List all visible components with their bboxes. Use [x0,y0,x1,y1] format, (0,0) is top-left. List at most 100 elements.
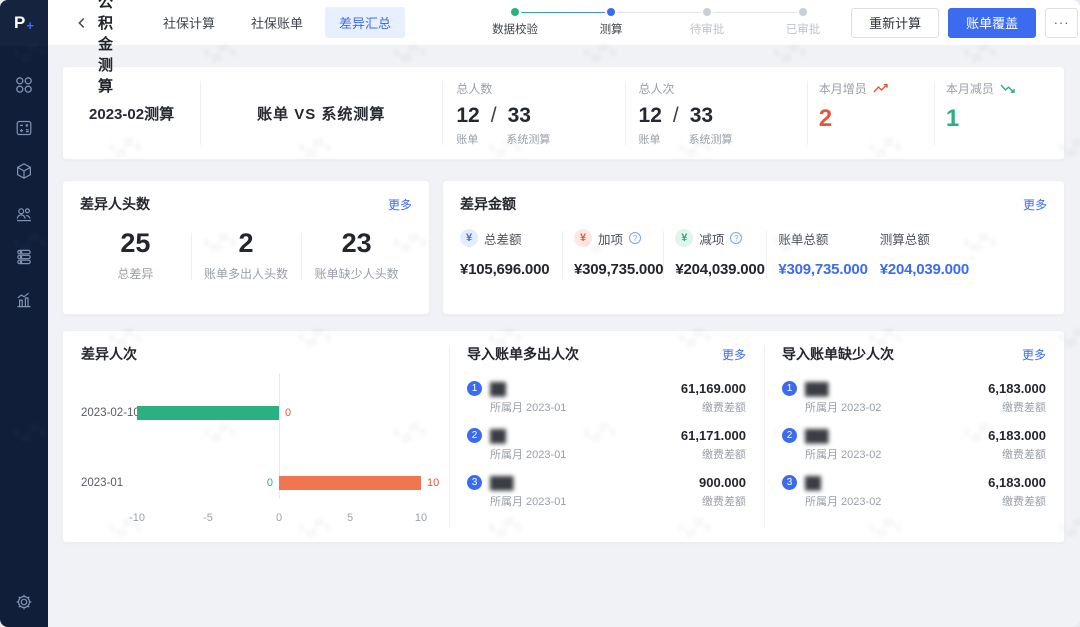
monthly-removed-label: 本月减员 [946,80,994,97]
more-link[interactable]: 更多 [722,346,746,363]
logo-text: P [14,13,25,33]
gear-icon[interactable] [15,593,33,611]
rank-badge: 1 [467,381,482,396]
bar-chart-icon[interactable] [15,291,33,309]
redacted-name: ██ [490,429,505,443]
top-header: 社保公积金测算 社保计算 社保账单 差异汇总 数据校验 测算 待审批 已审批 [48,0,1080,46]
logo-plus: + [26,18,34,33]
app-logo: P+ [0,0,48,46]
total-person-times-label: 总人次 [639,80,807,97]
rank-badge: 2 [467,428,482,443]
redacted-name: ██ [805,476,820,490]
more-link[interactable]: 更多 [388,196,412,213]
ledger-icon[interactable] [15,248,33,266]
back-button[interactable] [74,14,90,32]
tab-diff-summary[interactable]: 差异汇总 [325,7,405,38]
versus-label: 账单 VS 系统测算 [200,67,442,159]
belong-month: 所属月 2023-01 [490,493,566,509]
chart-x-tick-label: -10 [129,512,145,524]
bill-extra-headcount-block: 2 账单多出人头数 [191,227,302,282]
headcount-bill-value: 12 [456,104,479,128]
list-item: 2███6,183.000所属月 2023-02缴费差额 [782,428,1046,462]
recalculate-button[interactable]: 重新计算 [851,8,939,38]
bill-missing-headcount-block: 23 账单缺少人头数 [301,227,412,282]
summary-card: 2023-02测算 账单 VS 系统测算 总人数 12 / 33 账单 系统测算… [62,66,1065,160]
total-diff-value: 25 [80,227,191,259]
sidebar: P+ [0,0,48,627]
bill-override-button[interactable]: 账单覆盖 [948,8,1036,38]
diff-amount-value: 61,169.000 [681,381,746,396]
list-item: 2██61,171.000所属月 2023-01缴费差额 [467,428,746,462]
belong-month: 所属月 2023-02 [805,446,881,462]
list-item: 1███6,183.000所属月 2023-02缴费差额 [782,381,1046,415]
trend-down-icon [1000,83,1016,94]
chart-category-label: 2023-01 [81,476,135,490]
apps-icon[interactable] [15,76,33,94]
cube-icon[interactable] [15,162,33,180]
bill-missing-headcount-value: 23 [301,227,412,259]
period-label: 2023-02测算 [63,67,200,159]
rank-badge: 2 [782,428,797,443]
calc-total-block: 测算总额 ¥204,039.000 [868,229,980,278]
total-diff-block: 25 总差异 [80,227,191,282]
belong-month: 所属月 2023-02 [805,493,881,509]
bill-missing-list-title: 导入账单缺少人次 [782,344,894,364]
stepper-connector [713,12,797,14]
step-dot [799,8,807,16]
belong-month: 所属月 2023-02 [805,399,881,415]
rank-badge: 1 [782,381,797,396]
diff-amount-value: 6,183.000 [988,428,1046,443]
diff-amount-value: 6,183.000 [988,475,1046,490]
chart-x-tick-label: 10 [415,512,427,524]
yuan-circle-blue-icon: ¥ [460,229,478,247]
rank-badge: 3 [782,475,797,490]
more-link[interactable]: 更多 [1023,196,1047,213]
minus-item-block: ¥ 减项 ? ¥204,039.000 [663,229,766,278]
tab-social-bill[interactable]: 社保账单 [237,7,317,38]
list-item: 1██61,169.000所属月 2023-01缴费差额 [467,381,746,415]
list-item: 3██6,183.000所属月 2023-02缴费差额 [782,475,1046,509]
step-dot [703,8,711,16]
diff-person-times-card: 差异人次 2023-02-1002023-01010-10-50510 导入账单… [62,330,1065,543]
more-actions-button[interactable]: ··· [1045,8,1078,38]
help-icon[interactable]: ? [730,232,742,244]
bill-missing-list-section: 导入账单缺少人次 更多 1 ███ 6,183.000 所属月 2023-02 缴费差额… [764,331,1064,542]
diff-amount-value: 900.000 [699,475,746,490]
bill-extra-list-section: 导入账单多出人次 更多 1 ██ 61,169.000 所属月 2023-01 缴费差额… [449,331,764,542]
calculator-icon[interactable] [15,119,33,137]
redacted-name: ███ [805,382,828,396]
diff-amount-label: 缴费差额 [702,493,746,509]
monthly-added-value: 2 [819,105,934,133]
chart-x-tick-label: 0 [276,512,282,524]
total-diff-amount-value: ¥105,696.000 [460,261,562,278]
diff-headcount-title: 差异人头数 [80,194,150,214]
total-headcount-block: 总人数 12 / 33 账单 系统测算 [442,67,624,159]
redacted-name: ███ [490,476,513,490]
yuan-circle-green-icon: ¥ [675,229,693,247]
yuan-circle-red-icon: ¥ [574,229,592,247]
step-dot [511,8,519,16]
bill-total-value: ¥309,735.000 [778,261,867,278]
diff-person-times-chart-section: 差异人次 2023-02-1002023-01010-10-50510 [63,331,449,542]
bill-extra-list-title: 导入账单多出人次 [467,344,579,364]
chart-value-label: 0 [285,406,291,420]
diff-amount-card: 差异金额 更多 ¥ 总差额 ¥105,696.000 ¥ 加项 [442,180,1065,315]
diff-amount-label: 缴费差额 [702,446,746,462]
more-link[interactable]: 更多 [1022,346,1046,363]
chart-x-tick-label: -5 [203,512,213,524]
diff-amount-label: 缴费差额 [702,399,746,415]
bill-total-block: 账单总额 ¥309,735.000 [766,229,867,278]
chart-bar-negative [137,406,279,420]
help-icon[interactable]: ? [629,232,641,244]
minus-item-value: ¥204,039.000 [675,261,766,278]
chart-value-label: 10 [427,476,439,490]
trend-up-icon [873,83,889,94]
headcount-system-value: 33 [508,104,531,128]
bar-chart: 2023-02-1002023-01010-10-50510 [137,372,421,524]
belong-month: 所属月 2023-01 [490,446,566,462]
add-item-value: ¥309,735.000 [574,261,663,278]
tab-social-calc[interactable]: 社保计算 [149,7,229,38]
diff-amount-label: 缴费差额 [1002,446,1046,462]
person-times-bill-value: 12 [639,104,662,128]
users-icon[interactable] [15,205,33,223]
